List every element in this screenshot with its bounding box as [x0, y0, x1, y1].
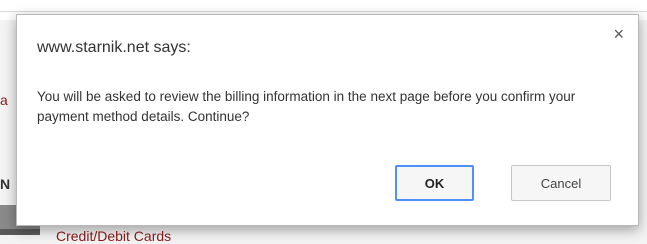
- header-divider: [0, 11, 647, 12]
- close-icon[interactable]: ×: [613, 25, 624, 43]
- background-text-fragment: a: [0, 92, 8, 108]
- credit-debit-cards-link[interactable]: Credit/Debit Cards: [56, 228, 171, 244]
- background-text-fragment: N: [0, 176, 10, 192]
- cancel-button[interactable]: Cancel: [511, 165, 611, 201]
- dialog-message: You will be asked to review the billing …: [37, 89, 576, 124]
- alert-dialog: www.starnik.net says: × You will be aske…: [16, 14, 639, 226]
- dialog-title: www.starnik.net says:: [37, 39, 191, 56]
- ok-button[interactable]: OK: [395, 165, 474, 201]
